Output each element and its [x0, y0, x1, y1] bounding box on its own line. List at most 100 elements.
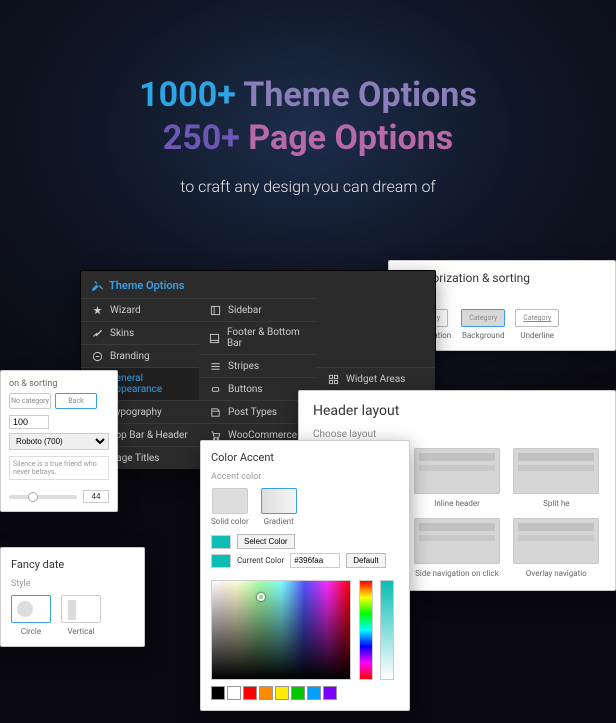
menu-label: Skins — [110, 328, 134, 339]
fancy-option-vertical[interactable]: Vertical — [61, 595, 101, 636]
chip-background[interactable]: Back — [55, 393, 97, 409]
fancy-label-circle: Circle — [21, 627, 41, 636]
menu-label: General Appearance — [109, 373, 189, 395]
select-color-button[interactable]: Select Color — [237, 534, 295, 549]
hero-subtitle: to craft any design you can dream of — [0, 177, 616, 196]
menu-label: Wizard — [110, 305, 141, 316]
font-preview-quote: Silence is a true friend who never betra… — [9, 456, 109, 480]
menu-icon — [209, 304, 221, 316]
menu-label: Widget Areas — [346, 374, 405, 385]
font-select[interactable]: Roboto (700) — [9, 433, 109, 450]
tools-icon — [91, 280, 103, 292]
layout-swatch — [513, 448, 599, 494]
theme-option-item[interactable]: Wizard — [81, 298, 199, 321]
menu-label: WooCommerce — [228, 430, 297, 441]
menu-icon — [91, 304, 103, 316]
theme-option-item[interactable]: Stripes — [199, 354, 317, 377]
chip-no-category[interactable]: No category — [9, 393, 51, 409]
header-layout-title: Header layout — [313, 403, 601, 419]
mode-solid-swatch — [212, 488, 248, 514]
mode-gradient[interactable]: Gradient — [261, 488, 297, 526]
choose-layout-label: Choose layout — [313, 429, 601, 440]
mode-gradient-swatch — [261, 488, 297, 514]
sort-mini-panel: on & sorting No category Back Roboto (70… — [0, 370, 118, 512]
menu-label: Buttons — [228, 384, 263, 395]
cat-chip: Category — [515, 309, 559, 327]
fancy-swatch-circle — [11, 595, 51, 623]
hero-heading: 1000+ Theme Options 250+ Page Options — [0, 74, 616, 159]
preset-swatch[interactable] — [243, 686, 257, 700]
layout-swatch — [414, 518, 500, 564]
menu-icon — [209, 406, 221, 418]
layout-option[interactable]: Split he — [512, 448, 601, 508]
cat-chip: Category — [461, 309, 505, 327]
preset-swatch[interactable] — [259, 686, 273, 700]
accent-color-label: Accent color — [211, 472, 399, 482]
preset-swatch[interactable] — [307, 686, 321, 700]
hex-input[interactable] — [290, 553, 340, 568]
menu-icon — [209, 383, 221, 395]
hero-count-1: 1000+ — [139, 75, 236, 115]
current-color-swatch — [211, 554, 231, 568]
color-accent-panel: Color Accent Accent color Solid color Gr… — [200, 440, 410, 711]
theme-option-item[interactable]: Widget Areas — [317, 367, 435, 390]
theme-options-header: Theme Options — [81, 271, 435, 298]
preset-swatch[interactable] — [323, 686, 337, 700]
preset-swatches — [211, 686, 399, 700]
menu-icon — [327, 373, 339, 385]
hero-label-1: Theme Options — [243, 75, 477, 115]
preset-swatch[interactable] — [211, 686, 225, 700]
cat-option[interactable]: Category Background — [461, 309, 505, 340]
color-picker-field[interactable] — [211, 580, 351, 680]
menu-icon — [209, 360, 221, 372]
hero-count-2: 250+ — [163, 118, 240, 158]
fancy-style-label: Style — [11, 579, 134, 589]
menu-icon — [91, 327, 103, 339]
menu-label: Footer & Bottom Bar — [227, 327, 307, 349]
default-button[interactable]: Default — [346, 553, 385, 568]
preset-swatch[interactable] — [275, 686, 289, 700]
gap-input[interactable] — [9, 415, 49, 429]
layout-label: Split he — [512, 499, 601, 508]
hero: 1000+ Theme Options 250+ Page Options to… — [0, 0, 616, 196]
menu-icon — [91, 350, 103, 362]
slider-value[interactable]: 44 — [83, 490, 109, 503]
menu-label: Post Types — [228, 407, 277, 418]
menu-label: Top Bar & Header — [110, 430, 188, 441]
cat-option[interactable]: Category Underline — [515, 309, 559, 340]
select-color-swatch — [211, 535, 231, 549]
fancy-date-title: Fancy date — [11, 558, 134, 571]
hero-label-2: Page Options — [248, 118, 453, 158]
theme-option-item[interactable]: Branding — [81, 344, 199, 367]
layout-label: Inline header — [412, 499, 501, 508]
layout-swatch — [414, 448, 500, 494]
cat-caption: Background — [461, 331, 505, 340]
preset-swatch[interactable] — [291, 686, 305, 700]
menu-label: Sidebar — [228, 305, 262, 316]
fancy-label-vertical: Vertical — [67, 627, 94, 636]
layout-swatch — [513, 518, 599, 564]
slider-track[interactable] — [9, 495, 77, 499]
fancy-swatch-vertical — [61, 595, 101, 623]
menu-icon — [209, 332, 220, 344]
alpha-slider[interactable] — [380, 580, 394, 680]
mode-solid[interactable]: Solid color — [211, 488, 249, 526]
picker-cursor-icon[interactable] — [257, 593, 265, 601]
theme-option-item[interactable]: Skins — [81, 321, 199, 344]
hue-slider[interactable] — [359, 580, 373, 680]
theme-option-item[interactable]: Sidebar — [199, 298, 317, 321]
fancy-option-circle[interactable]: Circle — [11, 595, 51, 636]
cat-caption: Underline — [515, 331, 559, 340]
mode-gradient-label: Gradient — [264, 517, 294, 526]
current-color-label: Current Color — [237, 556, 284, 565]
sort-mini-title: on & sorting — [9, 379, 109, 389]
layout-option[interactable]: Side navigation on click — [412, 518, 501, 578]
layout-option[interactable]: Overlay navigatio — [512, 518, 601, 578]
mode-solid-label: Solid color — [211, 517, 249, 526]
layout-label: Overlay navigatio — [512, 569, 601, 578]
theme-option-item[interactable]: Footer & Bottom Bar — [199, 321, 317, 354]
theme-options-title: Theme Options — [109, 279, 184, 292]
preset-swatch[interactable] — [227, 686, 241, 700]
slider-thumb[interactable] — [28, 492, 38, 502]
layout-option[interactable]: Inline header — [412, 448, 501, 508]
